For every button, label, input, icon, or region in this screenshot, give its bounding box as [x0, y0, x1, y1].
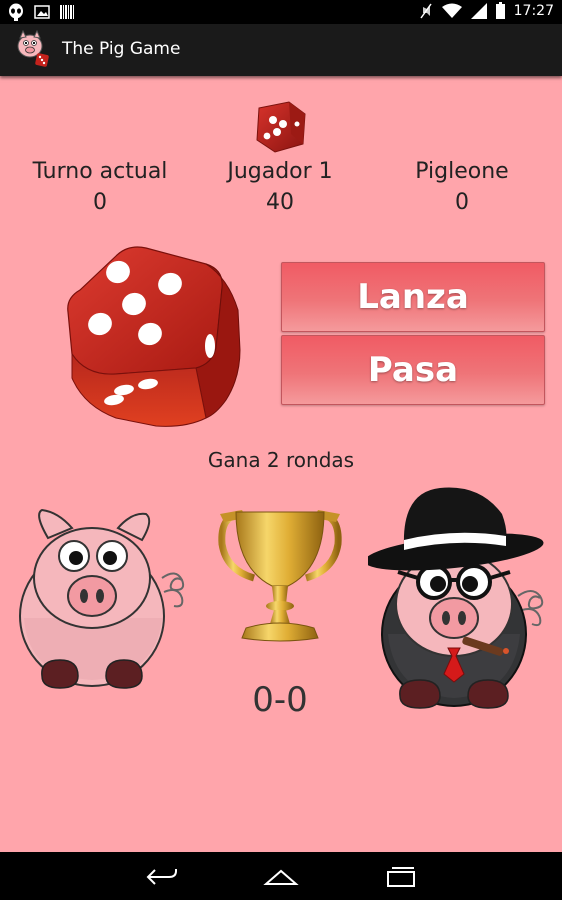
recents-icon: [387, 867, 415, 887]
player-pig-icon: [19, 508, 185, 689]
score-column-current-turn: Turno actual 0: [10, 157, 190, 219]
navigation-bar: [0, 852, 562, 900]
score-column-opponent: Pigleone 0: [372, 157, 552, 219]
score-value: 40: [266, 190, 294, 215]
trophy-icon: [218, 510, 342, 642]
wifi-icon: [441, 3, 462, 18]
pass-button[interactable]: Pasa: [281, 335, 545, 405]
score-column-player: Jugador 1 40: [190, 157, 370, 219]
big-die-icon: [67, 246, 241, 427]
match-score: 0-0: [252, 680, 308, 720]
score-label: Jugador 1: [227, 159, 333, 184]
score-value: 0: [455, 190, 469, 215]
nav-home-button[interactable]: [256, 862, 306, 892]
status-bar: 17:27: [0, 0, 562, 24]
alien-icon: [9, 3, 23, 21]
rounds-text: Gana 2 rondas: [207, 448, 355, 472]
action-bar: The Pig Game: [0, 24, 562, 76]
back-icon: [146, 869, 177, 885]
nav-back-button[interactable]: [137, 862, 187, 892]
pass-button-label: Pasa: [367, 350, 459, 390]
nav-recents-button[interactable]: [376, 862, 426, 892]
score-value: 0: [93, 190, 107, 215]
opponent-pig-icon: [368, 487, 544, 709]
status-time: 17:27: [513, 2, 554, 19]
signal-icon: [470, 2, 487, 19]
score-label: Pigleone: [415, 159, 509, 184]
small-die-icon: [256, 101, 306, 153]
app-pig-icon[interactable]: [16, 30, 52, 70]
score-label: Turno actual: [32, 159, 168, 184]
roll-button[interactable]: Lanza: [281, 262, 545, 332]
mute-icon: [420, 3, 432, 18]
app-title: The Pig Game: [62, 39, 181, 59]
battery-icon: [495, 2, 505, 19]
image-icon: [34, 5, 50, 19]
roll-button-label: Lanza: [357, 277, 469, 317]
barcode-icon: [60, 5, 74, 19]
home-icon: [263, 869, 299, 885]
